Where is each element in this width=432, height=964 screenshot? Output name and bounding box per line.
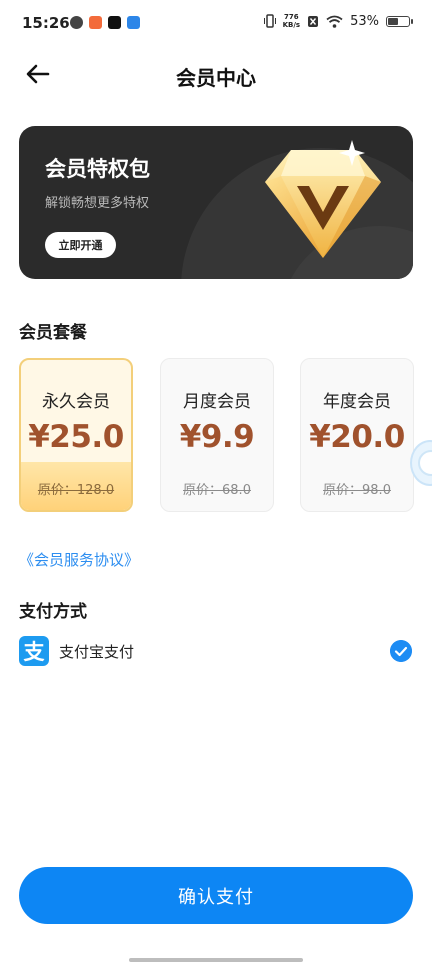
status-indicators: 776 KB/s 53% — [263, 13, 413, 29]
check-circle-icon[interactable] — [390, 640, 412, 662]
network-speed: 776 KB/s — [283, 13, 300, 29]
banner-subtitle: 解锁畅想更多特权 — [45, 196, 150, 211]
payment-method-label: 支付宝支付 — [59, 643, 135, 661]
plan-card-lifetime[interactable]: 永久会员 ¥25.0 原价：128.0 — [19, 358, 133, 512]
plan-original-price: 原价：98.0 — [323, 483, 391, 498]
payment-section-title: 支付方式 — [19, 602, 87, 622]
vibrate-icon — [263, 14, 276, 28]
network-speed-unit: KB/s — [282, 21, 301, 29]
plan-name: 永久会员 — [42, 392, 110, 412]
plan-price: ¥9.9 — [179, 419, 255, 455]
vip-diamond-icon — [265, 140, 381, 258]
app-notification-icon — [70, 16, 83, 29]
plan-card-yearly[interactable]: 年度会员 ¥20.0 原价：98.0 — [300, 358, 414, 512]
plan-original-price: 原价：128.0 — [37, 483, 115, 498]
notification-icons — [70, 16, 140, 29]
home-indicator[interactable] — [129, 958, 303, 962]
alipay-icon: 支 — [19, 636, 49, 666]
plans-section-title: 会员套餐 — [19, 323, 87, 343]
plan-name: 年度会员 — [323, 392, 391, 412]
taobao-notification-icon — [89, 16, 102, 29]
plan-price: ¥25.0 — [28, 419, 124, 455]
payment-option-alipay[interactable]: 支 支付宝支付 — [19, 636, 414, 670]
confirm-payment-button[interactable]: 确认支付 — [19, 867, 413, 924]
tiktok-notification-icon — [108, 16, 121, 29]
activate-now-button[interactable]: 立即开通 — [45, 232, 116, 258]
battery-level — [388, 17, 398, 25]
member-agreement-link[interactable]: 《会员服务协议》 — [19, 549, 139, 570]
plan-name: 月度会员 — [183, 392, 251, 412]
plan-card-monthly[interactable]: 月度会员 ¥9.9 原价：68.0 — [160, 358, 274, 512]
page-title: 会员中心 — [176, 66, 256, 90]
battery-percent: 53% — [350, 13, 379, 29]
sim-off-icon — [308, 15, 319, 27]
status-time: 15:26 — [22, 14, 70, 32]
network-speed-value: 776 — [284, 13, 299, 21]
vip-banner: 会员特权包 解锁畅想更多特权 立即开通 — [19, 126, 413, 279]
map-notification-icon — [127, 16, 140, 29]
status-bar: 15:26 776 KB/s 53% — [0, 0, 432, 52]
plan-original-price: 原价：68.0 — [183, 483, 251, 498]
banner-title: 会员特权包 — [45, 157, 150, 181]
wifi-icon — [326, 15, 343, 28]
battery-icon — [386, 15, 413, 27]
plan-price: ¥20.0 — [309, 419, 405, 455]
